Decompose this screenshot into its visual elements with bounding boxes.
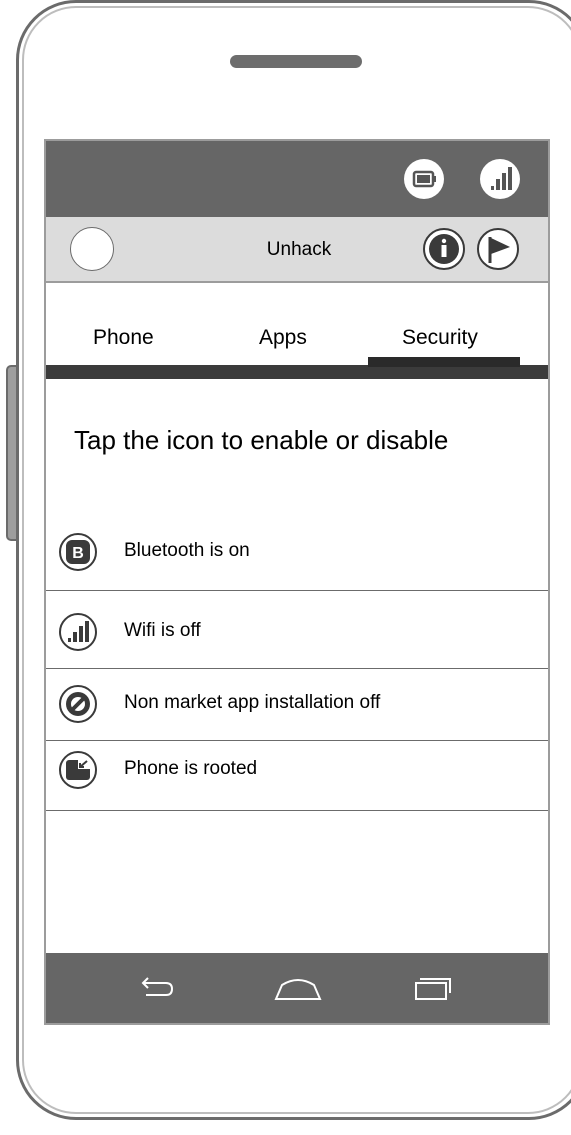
window-exit-icon[interactable] (59, 751, 97, 789)
list-item[interactable]: Non market app installation off (56, 683, 546, 729)
signal-icon[interactable] (59, 613, 97, 651)
navigation-bar (46, 953, 548, 1023)
tab-security[interactable]: Security (402, 326, 478, 350)
instruction-text: Tap the icon to enable or disable (74, 425, 449, 455)
list-item-label: Non market app installation off (124, 692, 381, 713)
signal-icon (480, 159, 520, 199)
divider (46, 668, 548, 669)
back-icon[interactable] (134, 973, 178, 1010)
flag-icon[interactable] (476, 227, 520, 276)
app-title: Unhack (266, 239, 332, 260)
list-item-label: Phone is rooted (124, 758, 258, 779)
list-item-label: Wifi is off (124, 620, 201, 641)
list-item[interactable]: B Bluetooth is on (56, 531, 546, 577)
svg-text:B: B (72, 545, 84, 562)
status-bar (46, 141, 548, 217)
tab-apps[interactable]: Apps (259, 326, 307, 350)
list-item-label: Bluetooth is on (124, 540, 250, 561)
bluetooth-icon[interactable]: B (59, 533, 97, 571)
divider (46, 740, 548, 741)
speaker-grille (230, 55, 362, 68)
home-icon[interactable] (272, 973, 324, 1010)
list-item[interactable]: Wifi is off (56, 611, 546, 657)
list-item[interactable]: Phone is rooted (56, 749, 546, 795)
tab-underline (46, 365, 548, 379)
info-icon[interactable] (422, 227, 466, 276)
screen: Unhack Phone Apps Security Tap the icon … (44, 139, 550, 1025)
tab-phone[interactable]: Phone (93, 326, 154, 350)
app-bar: Unhack (46, 217, 548, 283)
battery-icon (404, 159, 444, 199)
divider (46, 590, 548, 591)
divider (46, 810, 548, 811)
recents-icon[interactable] (410, 973, 456, 1010)
block-icon[interactable] (59, 685, 97, 723)
tab-active-indicator (368, 357, 520, 367)
